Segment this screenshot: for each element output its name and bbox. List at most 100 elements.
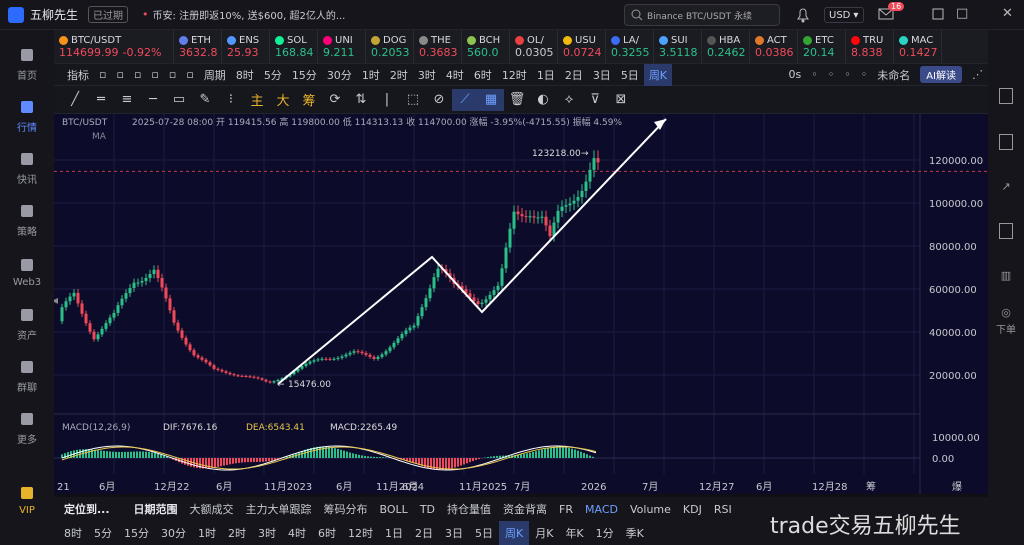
nav-item-0[interactable]: 首页 — [0, 38, 54, 90]
nav-item-5[interactable]: 资产 — [0, 298, 54, 350]
bottom-tf-16[interactable]: 年K — [559, 521, 589, 545]
gear-icon[interactable]: ◦ — [823, 64, 840, 86]
trash-icon[interactable]: 🗑 — [504, 89, 530, 111]
ticker-item[interactable]: DOG 0.2053 — [366, 30, 414, 63]
status-badge[interactable]: 已过期 — [88, 6, 129, 23]
indicator-4[interactable]: TD — [414, 497, 441, 521]
search-input[interactable]: Binance BTC/USDT 永续 — [624, 4, 780, 26]
nav-item-3[interactable]: 策略 — [0, 194, 54, 246]
ticker-item[interactable]: BTC/USDT 114699.99 -0.92% — [54, 30, 174, 63]
indicator-10[interactable]: KDJ — [677, 497, 708, 521]
main-tool-2[interactable]: 筹 — [296, 89, 322, 111]
ticker-item[interactable]: HBA 0.2462 — [702, 30, 750, 63]
timeframe-9[interactable]: 12时 — [497, 64, 532, 86]
bottom-tf-17[interactable]: 1分 — [590, 521, 620, 545]
timeframe-3[interactable]: 30分 — [322, 64, 357, 86]
nav-item-2[interactable]: 快讯 — [0, 142, 54, 194]
bottom-tf-0[interactable]: 8时 — [58, 521, 88, 545]
chart-svg[interactable]: 120000.00 100000.00 80000.00 60000.00 40000.… — [52, 114, 988, 494]
timeframe-14[interactable]: 周K — [643, 63, 673, 86]
zoom-in-icon[interactable]: ▫ — [181, 64, 198, 86]
indicator-9[interactable]: Volume — [624, 497, 677, 521]
timeframe-0[interactable]: 8时 — [231, 64, 259, 86]
layout-icon[interactable]: ▥ — [1001, 269, 1011, 282]
nav-item-4[interactable]: Web3 — [0, 246, 54, 298]
timeframe-7[interactable]: 4时 — [441, 64, 469, 86]
more-icon[interactable]: ⁝ — [218, 89, 244, 111]
calendar-icon[interactable]: ▫ — [94, 64, 111, 86]
indicator-0[interactable]: 大额成交 — [184, 497, 240, 521]
currency-select[interactable]: USD ▾ — [824, 7, 864, 23]
ticker-item[interactable]: SOL 168.84 — [270, 30, 318, 63]
ticker-item[interactable]: ENS 25.93 — [222, 30, 270, 63]
cloud-icon[interactable]: ◦ — [856, 64, 873, 86]
ai-button[interactable]: AI解读 — [915, 64, 967, 86]
timeframe-11[interactable]: 2日 — [560, 64, 588, 86]
calc-icon[interactable] — [999, 223, 1013, 239]
timeframe-1[interactable]: 5分 — [259, 64, 287, 86]
ticker-item[interactable]: SUI 3.5118 — [654, 30, 702, 63]
layout-icon[interactable]: ▫ — [111, 64, 128, 86]
ticker-item[interactable]: LA/0.3255 — [606, 30, 654, 63]
compare-icon[interactable]: ⇅ — [348, 89, 374, 111]
locate-button[interactable]: 定位到... — [58, 497, 116, 521]
ticker-item[interactable]: BCH 560.0 — [462, 30, 510, 63]
ticker-item[interactable]: TRU 8.838 — [846, 30, 894, 63]
indicator-5[interactable]: 持仓量值 — [441, 497, 497, 521]
ticker-item[interactable]: ACT 0.0386 — [750, 30, 798, 63]
ruler-icon[interactable]: ⊘ — [426, 89, 452, 111]
indicator-2[interactable]: 筹码分布 — [318, 497, 374, 521]
bottom-tf-3[interactable]: 30分 — [155, 521, 192, 545]
bottom-tf-8[interactable]: 6时 — [312, 521, 342, 545]
fullscreen-icon[interactable]: ◦ — [839, 64, 856, 86]
nav-item-7[interactable]: 更多 — [0, 402, 54, 454]
indicator-7[interactable]: FR — [553, 497, 579, 521]
banner-text[interactable]: 币安: 注册即返10%, 送$600, 超2亿人的... — [153, 7, 346, 22]
ticker-item[interactable]: ETC 20.14 — [798, 30, 846, 63]
timeframe-4[interactable]: 1时 — [357, 64, 385, 86]
filter-icon[interactable]: ⊽ — [582, 89, 608, 111]
maximize-icon[interactable]: □ — [956, 6, 968, 21]
redo-icon[interactable]: ▫ — [146, 64, 163, 86]
nav-item-1[interactable]: 行情 — [0, 90, 54, 142]
timeframe-2[interactable]: 15分 — [287, 64, 322, 86]
eye-icon[interactable]: ◐ — [530, 89, 556, 111]
indicator-11[interactable]: RSI — [708, 497, 738, 521]
timeframe-8[interactable]: 6时 — [469, 64, 497, 86]
bottom-tf-6[interactable]: 3时 — [252, 521, 282, 545]
bottom-tf-11[interactable]: 2日 — [409, 521, 439, 545]
ray-icon[interactable]: ─ — [140, 89, 166, 111]
pin-icon[interactable]: ⟡ — [556, 89, 582, 111]
layout-name[interactable]: 未命名 — [872, 64, 915, 86]
timeframe-12[interactable]: 3日 — [588, 64, 616, 86]
indicator-3[interactable]: BOLL — [374, 497, 414, 521]
indicator-button[interactable]: 指标 — [62, 64, 94, 86]
main-tool-0[interactable]: 主 — [244, 89, 270, 111]
order-label[interactable]: 下单 — [996, 321, 1016, 336]
period-dropdown[interactable]: 周期 — [199, 64, 231, 86]
notes-icon[interactable] — [999, 88, 1013, 104]
bottom-tf-14[interactable]: 周K — [499, 521, 530, 545]
delete-icon[interactable]: ⊠ — [608, 89, 634, 111]
bottom-tf-15[interactable]: 月K — [529, 521, 559, 545]
undo-icon[interactable]: ▫ — [129, 64, 146, 86]
camera-icon[interactable]: ◦ — [806, 64, 823, 86]
minimize-icon[interactable] — [932, 8, 944, 20]
hline-icon[interactable]: ═ — [88, 89, 114, 111]
indicator-6[interactable]: 资金背离 — [497, 497, 553, 521]
bottom-tf-9[interactable]: 12时 — [342, 521, 379, 545]
ticker-item[interactable]: ETH 3632.8 — [174, 30, 222, 63]
select-icon[interactable]: ⬚ — [400, 89, 426, 111]
close-icon[interactable]: ✕ — [1002, 6, 1013, 21]
bottom-tf-18[interactable]: 季K — [620, 521, 650, 545]
main-tool-1[interactable]: 大 — [270, 89, 296, 111]
timeframe-10[interactable]: 1日 — [532, 64, 560, 86]
bottom-tf-7[interactable]: 4时 — [282, 521, 312, 545]
ticker-item[interactable]: UNI 9.211 — [318, 30, 366, 63]
channel-icon[interactable]: ≡ — [114, 89, 140, 111]
trend-icon[interactable]: ↗ — [1001, 180, 1010, 193]
pen-icon[interactable]: ✎ — [192, 89, 218, 111]
rect-icon[interactable]: ▭ — [166, 89, 192, 111]
sep-icon[interactable]: | — [374, 89, 400, 111]
chart-area[interactable]: 120000.00 100000.00 80000.00 60000.00 40000.… — [52, 114, 988, 494]
